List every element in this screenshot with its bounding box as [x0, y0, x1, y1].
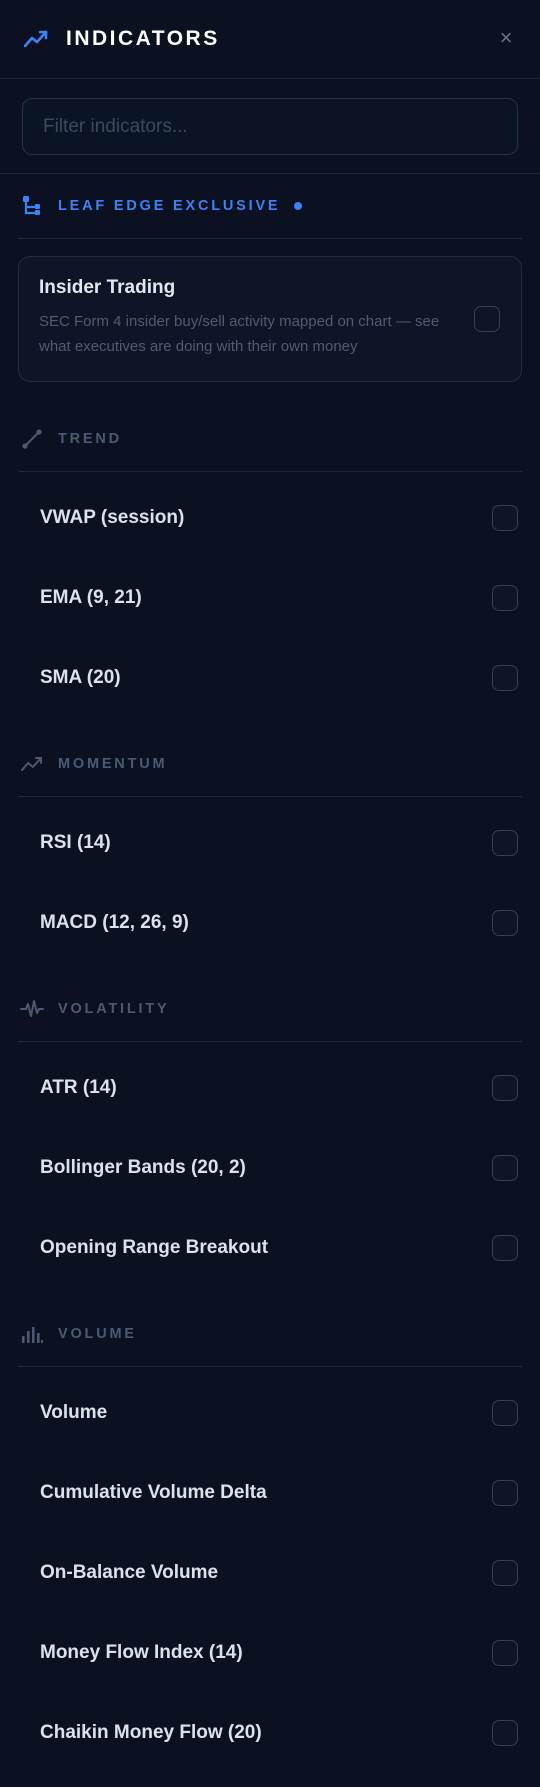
insider-trading-card[interactable]: Insider Trading SEC Form 4 insider buy/s… [18, 256, 522, 382]
indicator-label: ATR (14) [40, 1077, 117, 1098]
indicator-label: Volume [40, 1402, 108, 1423]
indicator-checkbox[interactable] [492, 910, 518, 936]
volume-list: Volume Cumulative Volume Delta On-Balanc… [0, 1367, 540, 1787]
indicator-label: RSI (14) [40, 832, 111, 853]
indicator-checkbox[interactable] [492, 830, 518, 856]
indicator-checkbox[interactable] [492, 1640, 518, 1666]
indicator-row-volume[interactable]: Volume [0, 1373, 540, 1453]
indicator-checkbox[interactable] [492, 585, 518, 611]
section-label: VOLUME [58, 1326, 137, 1342]
indicator-row-bollinger[interactable]: Bollinger Bands (20, 2) [0, 1128, 540, 1208]
filter-indicators-input[interactable] [22, 98, 518, 155]
indicator-label: Bollinger Bands (20, 2) [40, 1157, 246, 1178]
search-bar [0, 79, 540, 174]
indicator-row-orb[interactable]: Opening Range Breakout [0, 1208, 540, 1288]
trend-line-icon [24, 27, 48, 51]
section-label: LEAF EDGE EXCLUSIVE [58, 198, 281, 214]
indicator-label: Chaikin Money Flow (20) [40, 1722, 262, 1743]
indicator-label: SMA (20) [40, 667, 121, 688]
indicator-label: Cumulative Volume Delta [40, 1482, 267, 1503]
indicator-checkbox[interactable] [492, 1155, 518, 1181]
section-header-momentum: MOMENTUM [18, 732, 522, 797]
indicator-checkbox[interactable] [492, 665, 518, 691]
indicator-checkbox[interactable] [492, 1480, 518, 1506]
indicator-row-cmf[interactable]: Chaikin Money Flow (20) [0, 1693, 540, 1773]
indicator-row-sma[interactable]: SMA (20) [0, 638, 540, 718]
section-label: TREND [58, 431, 122, 447]
section-header-trend: TREND [18, 407, 522, 472]
indicators-panel: INDICATORS × LEAF EDGE EXCLUSIVE Insider… [0, 0, 540, 1780]
indicator-row-vwap[interactable]: VWAP (session) [0, 478, 540, 558]
indicator-row-atr[interactable]: ATR (14) [0, 1048, 540, 1128]
indicator-row-macd[interactable]: MACD (12, 26, 9) [0, 883, 540, 963]
bar-chart-icon [20, 1322, 44, 1346]
hierarchy-icon [20, 194, 44, 218]
indicator-row-mfi[interactable]: Money Flow Index (14) [0, 1613, 540, 1693]
indicator-row-rsi[interactable]: RSI (14) [0, 803, 540, 883]
volatility-list: ATR (14) Bollinger Bands (20, 2) Opening… [0, 1042, 540, 1302]
momentum-list: RSI (14) MACD (12, 26, 9) [0, 797, 540, 977]
indicator-checkbox[interactable] [492, 505, 518, 531]
card-title: Insider Trading [39, 277, 176, 298]
close-icon[interactable]: × [492, 24, 520, 52]
diagonal-line-icon [20, 427, 44, 451]
indicator-label: On-Balance Volume [40, 1562, 219, 1583]
card-description: SEC Form 4 insider buy/sell activity map… [39, 313, 440, 355]
section-header-exclusive: LEAF EDGE EXCLUSIVE [18, 174, 522, 239]
indicator-row-obv[interactable]: On-Balance Volume [0, 1533, 540, 1613]
indicator-label: Money Flow Index (14) [40, 1642, 243, 1663]
trend-line-icon [20, 752, 44, 776]
exclusive-dot [294, 202, 303, 210]
indicator-label: MACD (12, 26, 9) [40, 912, 189, 933]
indicator-checkbox[interactable] [492, 1560, 518, 1586]
insider-trading-checkbox[interactable] [474, 306, 500, 332]
indicator-checkbox[interactable] [492, 1720, 518, 1746]
indicator-checkbox[interactable] [492, 1400, 518, 1426]
indicator-row-ema[interactable]: EMA (9, 21) [0, 558, 540, 638]
indicator-row-cvd[interactable]: Cumulative Volume Delta [0, 1453, 540, 1533]
section-label: MOMENTUM [58, 756, 168, 772]
section-header-volume: VOLUME [18, 1302, 522, 1367]
indicator-checkbox[interactable] [492, 1235, 518, 1261]
section-label: VOLATILITY [58, 1001, 170, 1017]
indicator-label: EMA (9, 21) [40, 587, 142, 608]
indicator-checkbox[interactable] [492, 1075, 518, 1101]
indicator-label: VWAP (session) [40, 507, 185, 528]
panel-title: INDICATORS [66, 27, 220, 50]
pulse-icon [20, 997, 44, 1021]
indicator-label: Opening Range Breakout [40, 1237, 269, 1258]
section-header-volatility: VOLATILITY [18, 977, 522, 1042]
panel-header: INDICATORS × [0, 0, 540, 79]
trend-list: VWAP (session) EMA (9, 21) SMA (20) [0, 472, 540, 732]
